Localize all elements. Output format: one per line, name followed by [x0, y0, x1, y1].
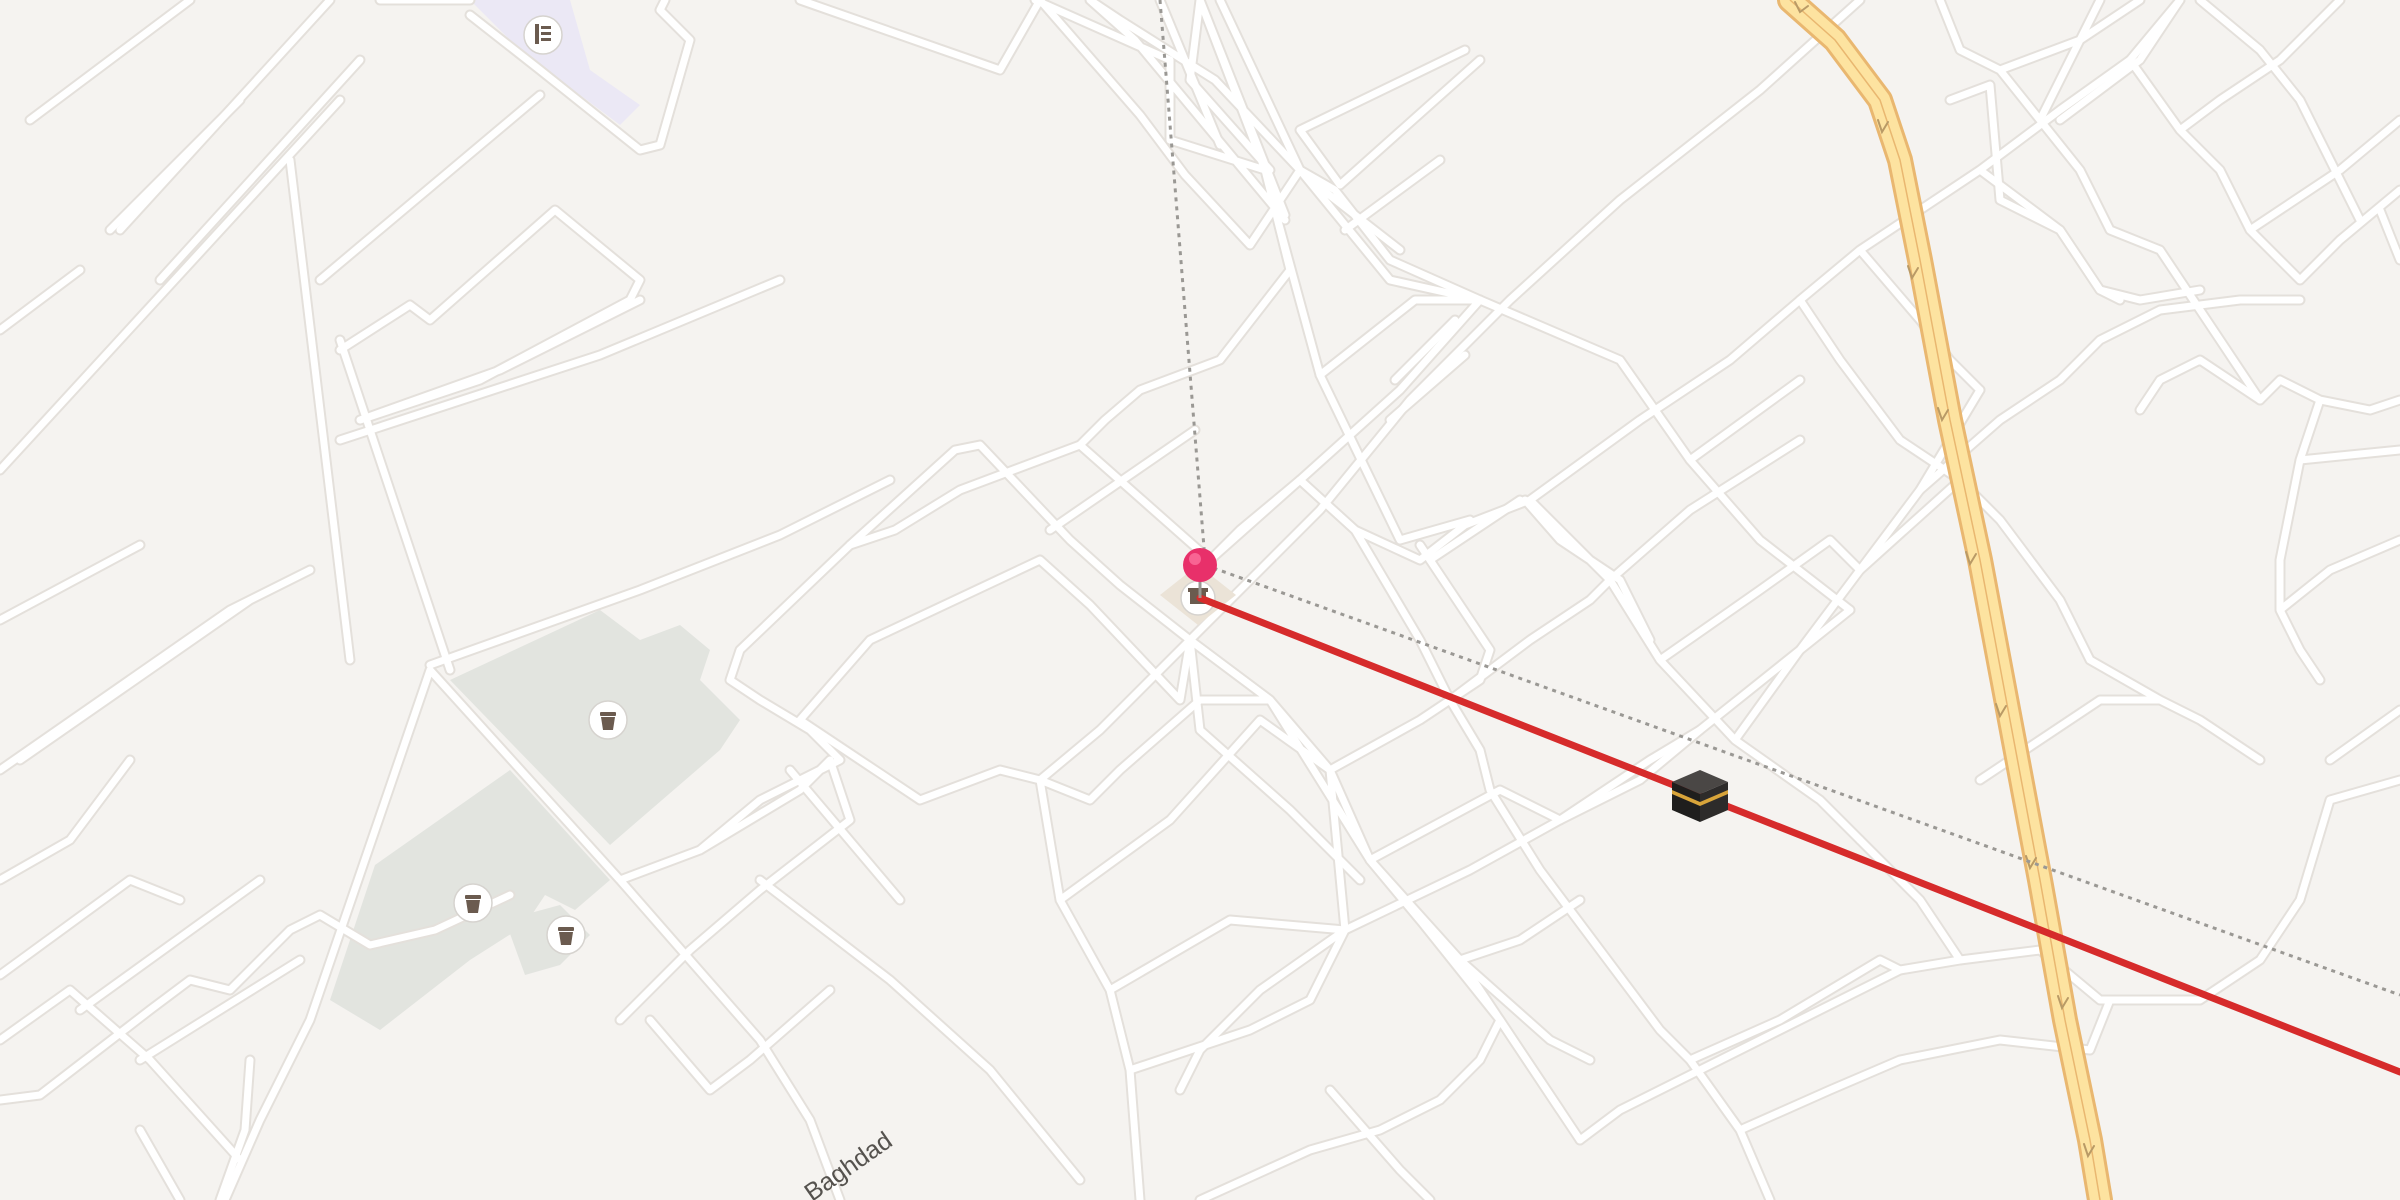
cemetery-marker[interactable]: [523, 15, 563, 55]
cemetery-marker[interactable]: [588, 700, 628, 740]
location-pin-icon: [1183, 548, 1217, 582]
cemetery-marker[interactable]: [453, 883, 493, 923]
cemetery-marker[interactable]: [546, 915, 586, 955]
cemetery-icon: [535, 24, 551, 44]
map-canvas[interactable]: Baghdad: [0, 0, 2400, 1200]
